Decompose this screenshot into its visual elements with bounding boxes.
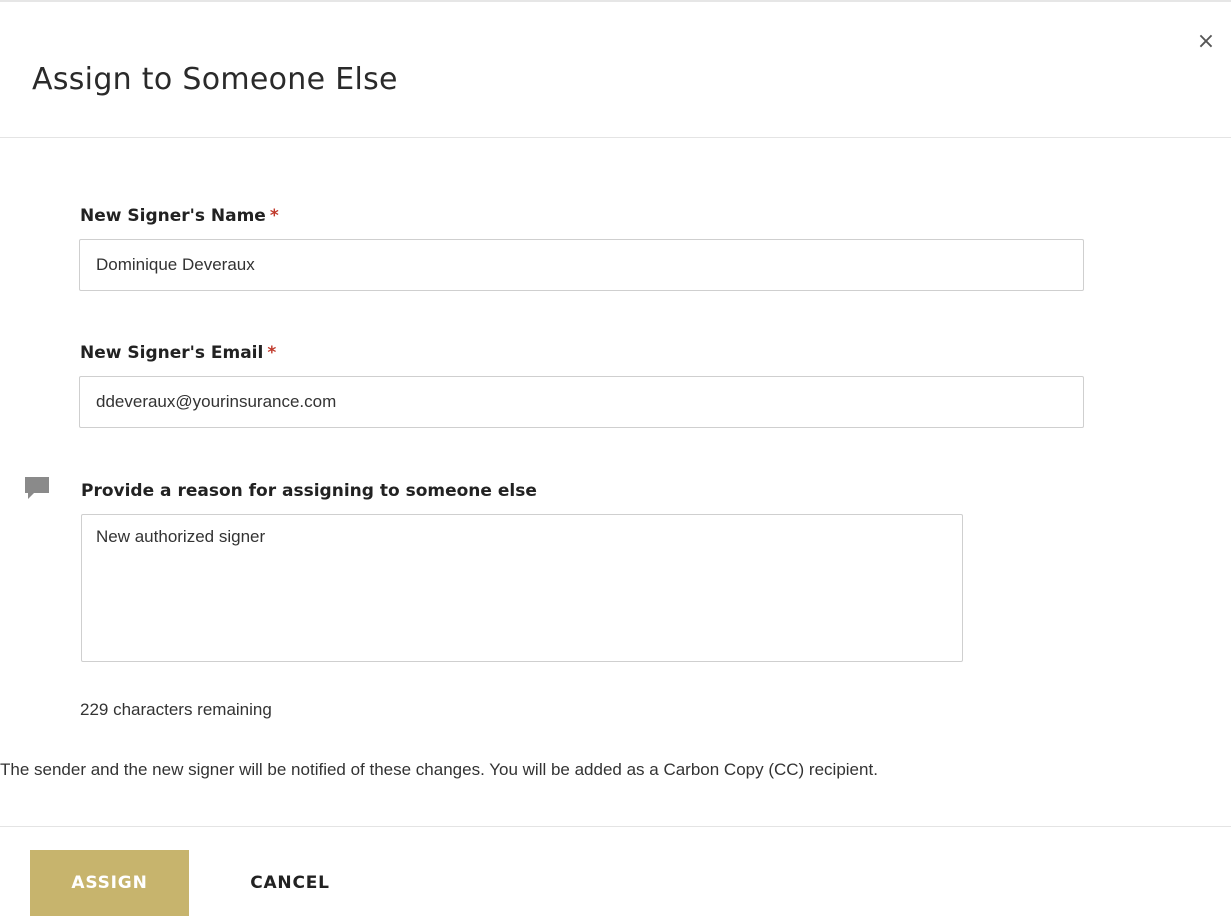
notification-notice: The sender and the new signer will be no…	[0, 760, 878, 779]
cancel-button[interactable]: CANCEL	[230, 850, 350, 916]
reason-textarea[interactable]: New authorized signer	[81, 514, 963, 662]
dialog-header: Assign to Someone Else	[0, 2, 1231, 138]
assign-button[interactable]: ASSIGN	[30, 850, 189, 916]
signer-email-label-text: New Signer's Email	[80, 343, 264, 363]
signer-name-label: New Signer's Name *	[80, 206, 279, 226]
comment-icon	[25, 477, 49, 499]
required-marker: *	[269, 206, 279, 226]
reason-label: Provide a reason for assigning to someon…	[81, 481, 537, 501]
signer-name-label-text: New Signer's Name	[80, 206, 266, 226]
signer-email-input[interactable]	[79, 376, 1084, 428]
signer-name-input[interactable]	[79, 239, 1084, 291]
signer-email-label: New Signer's Email *	[80, 343, 276, 363]
reason-label-text: Provide a reason for assigning to someon…	[81, 481, 537, 501]
close-icon: ×	[1196, 28, 1216, 54]
characters-remaining: 229 characters remaining	[80, 700, 272, 719]
footer-divider	[0, 826, 1231, 827]
dialog-title: Assign to Someone Else	[32, 62, 398, 97]
assign-dialog: Assign to Someone Else × New Signer's Na…	[0, 0, 1231, 917]
close-button[interactable]: ×	[1193, 28, 1219, 54]
required-marker: *	[267, 343, 277, 363]
